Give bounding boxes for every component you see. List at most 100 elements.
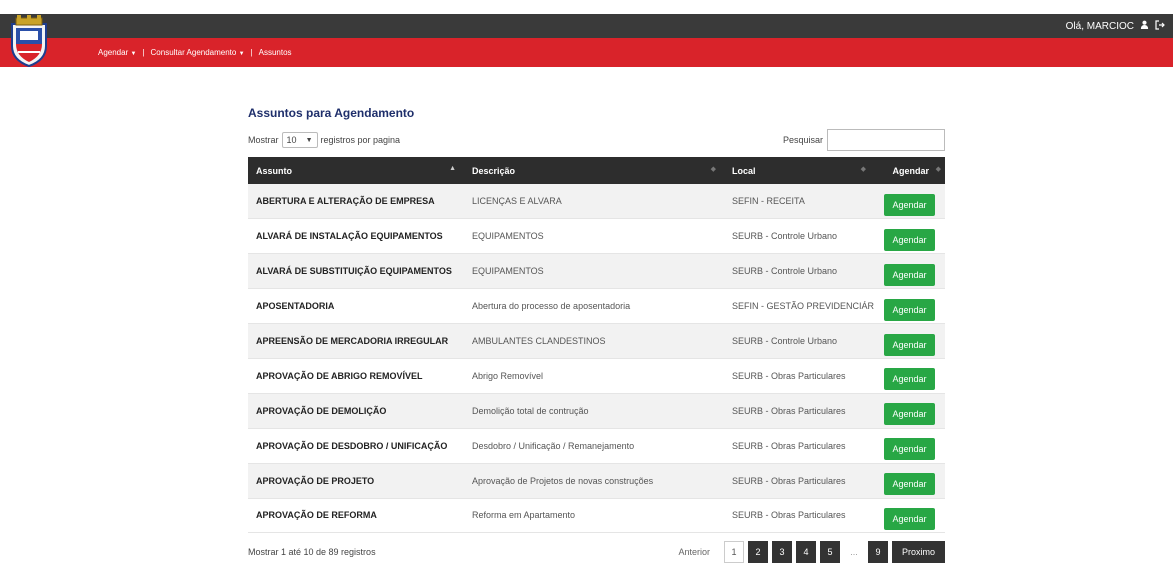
sort-icon: ◆ xyxy=(860,166,866,173)
pagination: Anterior 1 2 3 4 5 ... 9 Proximo xyxy=(678,541,945,564)
agendar-button[interactable]: Agendar xyxy=(884,298,935,321)
cell-assunto: APOSENTADORIA xyxy=(256,301,335,312)
cell-local: SEURB - Controle Urbano xyxy=(732,266,838,277)
agendar-button[interactable]: Agendar xyxy=(884,507,935,530)
page-title: Assuntos para Agendamento xyxy=(248,106,415,120)
caret-down-icon: ▼ xyxy=(238,51,245,57)
cell-descricao: Abertura do processo de aposentadoria xyxy=(472,301,631,312)
table-row: APROVAÇÃO DE REFORMA Reforma em Apartamen… xyxy=(248,498,945,533)
search-input[interactable] xyxy=(827,129,945,151)
cell-local: SEURB - Obras Particulares xyxy=(732,370,846,381)
header-agendar[interactable]: Agendar ◆ xyxy=(874,157,945,184)
cell-agendar: Agendar xyxy=(874,358,945,393)
pagination-prev[interactable]: Anterior xyxy=(678,547,710,557)
nav-separator: | xyxy=(142,48,145,57)
nav-assuntos[interactable]: Assuntos xyxy=(259,48,292,57)
pagination-page-last[interactable]: 9 xyxy=(867,541,888,564)
cell-agendar: Agendar xyxy=(874,498,945,533)
caret-down-icon: ▼ xyxy=(130,51,137,57)
agendar-button[interactable]: Agendar xyxy=(884,473,935,496)
table-row: APROVAÇÃO DE ABRIGO REMOVÍVEL Abrigo Remo… xyxy=(248,358,945,394)
cell-descricao: Aprovação de Projetos de novas construçõ… xyxy=(472,475,654,486)
table-header-row: Assunto ▲ Descrição ◆ Local ◆ Agendar ◆ xyxy=(248,157,945,184)
cell-descricao: Reforma em Apartamento xyxy=(472,510,576,521)
user-menu[interactable]: Olá, MARCIOC xyxy=(1066,18,1165,34)
header-local[interactable]: Local ◆ xyxy=(724,157,874,184)
cell-local: SEURB - Controle Urbano xyxy=(732,231,838,242)
table-row: ABERTURA E ALTERAÇÃO DE EMPRESA LICENÇAS … xyxy=(248,184,945,219)
cell-local: SEURB - Controle Urbano xyxy=(732,336,838,346)
agendar-button[interactable]: Agendar xyxy=(884,438,935,461)
sort-icon: ◆ xyxy=(935,166,941,173)
cell-agendar: Agendar xyxy=(874,463,945,498)
table-row: APOSENTADORIA Abertura do processo de apo… xyxy=(248,288,945,324)
cell-local: SEFIN - RECEITA xyxy=(732,196,805,207)
user-greeting: Olá, MARCIOC xyxy=(1065,20,1134,32)
cell-descricao: Abrigo Removível xyxy=(472,370,544,381)
sort-up-icon: ▲ xyxy=(449,165,456,172)
cell-agendar: Agendar xyxy=(874,254,945,289)
table-row: ALVARÁ DE INSTALAÇÃO EQUIPAMENTOS EQUIPAM… xyxy=(248,218,945,254)
cell-descricao: EQUIPAMENTOS xyxy=(472,231,544,242)
user-icon xyxy=(1140,20,1149,32)
cell-descricao: Demolição total de contrução xyxy=(472,405,589,416)
table-row: APREENSÃO DE MERCADORIA IRREGULAR AMBULAN… xyxy=(248,323,945,359)
cell-descricao: EQUIPAMENTOS xyxy=(472,266,544,277)
main-content: Assuntos para Agendamento Mostrar 10 ▼ r… xyxy=(248,106,945,564)
show-suffix: registros por pagina xyxy=(320,135,401,145)
agendar-button[interactable]: Agendar xyxy=(884,333,935,356)
cell-descricao: Desdobro / Unificação / Remanejamento xyxy=(472,440,635,451)
per-page-value: 10 xyxy=(286,135,297,145)
pagination-page-5[interactable]: 5 xyxy=(819,541,840,564)
cell-descricao: AMBULANTES CLANDESTINOS xyxy=(472,336,606,346)
table-controls: Mostrar 10 ▼ registros por pagina Pesqui… xyxy=(248,129,945,151)
cell-agendar: Agendar xyxy=(874,219,945,254)
pagination-ellipsis: ... xyxy=(850,547,858,558)
table-row: ALVARÁ DE SUBSTITUIÇÃO EQUIPAMENTOS EQUIP… xyxy=(248,253,945,289)
cell-agendar: Agendar xyxy=(874,184,945,219)
header-descricao[interactable]: Descrição ◆ xyxy=(464,157,724,184)
table-body: ABERTURA E ALTERAÇÃO DE EMPRESA LICENÇAS … xyxy=(248,184,945,533)
show-prefix: Mostrar xyxy=(248,135,279,145)
cell-local: SEURB - Obras Particulares xyxy=(732,510,846,521)
pagination-page-4[interactable]: 4 xyxy=(795,541,816,564)
cell-agendar: Agendar xyxy=(874,393,945,428)
cell-assunto: APROVAÇÃO DE ABRIGO REMOVÍVEL xyxy=(256,370,423,381)
pagination-next[interactable]: Proximo xyxy=(891,541,945,564)
top-bar xyxy=(0,14,1173,38)
cell-assunto: APROVAÇÃO DE DEMOLIÇÃO xyxy=(256,405,387,416)
chevron-down-icon: ▼ xyxy=(305,136,313,144)
per-page-select[interactable]: 10 ▼ xyxy=(281,132,318,148)
cell-agendar: Agendar xyxy=(874,324,945,359)
table-footer: Mostrar 1 até 10 de 89 registros Anterio… xyxy=(248,541,945,564)
cell-assunto: ABERTURA E ALTERAÇÃO DE EMPRESA xyxy=(256,196,435,207)
header-assunto[interactable]: Assunto ▲ xyxy=(248,157,464,184)
sort-icon: ◆ xyxy=(710,166,716,173)
cell-assunto: APREENSÃO DE MERCADORIA IRREGULAR xyxy=(256,336,449,346)
cell-local: SEURB - Obras Particulares xyxy=(732,475,846,486)
table-row: APROVAÇÃO DE PROJETO Aprovação de Projeto… xyxy=(248,463,945,499)
cell-local: SEFIN - GESTÃO PREVIDENCIÁRIA xyxy=(732,301,874,312)
agendar-button[interactable]: Agendar xyxy=(884,403,935,426)
agendar-button[interactable]: Agendar xyxy=(884,263,935,286)
logout-icon[interactable] xyxy=(1155,19,1165,33)
agendar-button[interactable]: Agendar xyxy=(884,193,935,216)
pagination-page-2[interactable]: 2 xyxy=(747,541,768,564)
pagination-page-3[interactable]: 3 xyxy=(771,541,792,564)
agendar-button[interactable]: Agendar xyxy=(884,368,935,391)
cell-descricao: LICENÇAS E ALVARA xyxy=(472,196,562,207)
pagination-page-1[interactable]: 1 xyxy=(723,541,744,564)
city-crest-logo xyxy=(11,15,47,68)
nav-agendar[interactable]: Agendar ▼ xyxy=(98,48,136,57)
search-label: Pesquisar xyxy=(782,135,823,145)
cell-local: SEURB - Obras Particulares xyxy=(732,405,846,416)
nav-separator: | xyxy=(250,48,253,57)
cell-agendar: Agendar xyxy=(874,428,945,463)
subjects-table: Assunto ▲ Descrição ◆ Local ◆ Agendar ◆ ABER… xyxy=(248,157,945,533)
main-nav: Agendar ▼ | Consultar Agendamento ▼ | As… xyxy=(98,38,292,67)
cell-assunto: ALVARÁ DE SUBSTITUIÇÃO EQUIPAMENTOS xyxy=(256,266,452,277)
cell-local: SEURB - Obras Particulares xyxy=(732,440,846,451)
nav-consultar-agendamento[interactable]: Consultar Agendamento ▼ xyxy=(151,48,245,57)
cell-assunto: APROVAÇÃO DE REFORMA xyxy=(256,510,377,521)
agendar-button[interactable]: Agendar xyxy=(884,228,935,251)
